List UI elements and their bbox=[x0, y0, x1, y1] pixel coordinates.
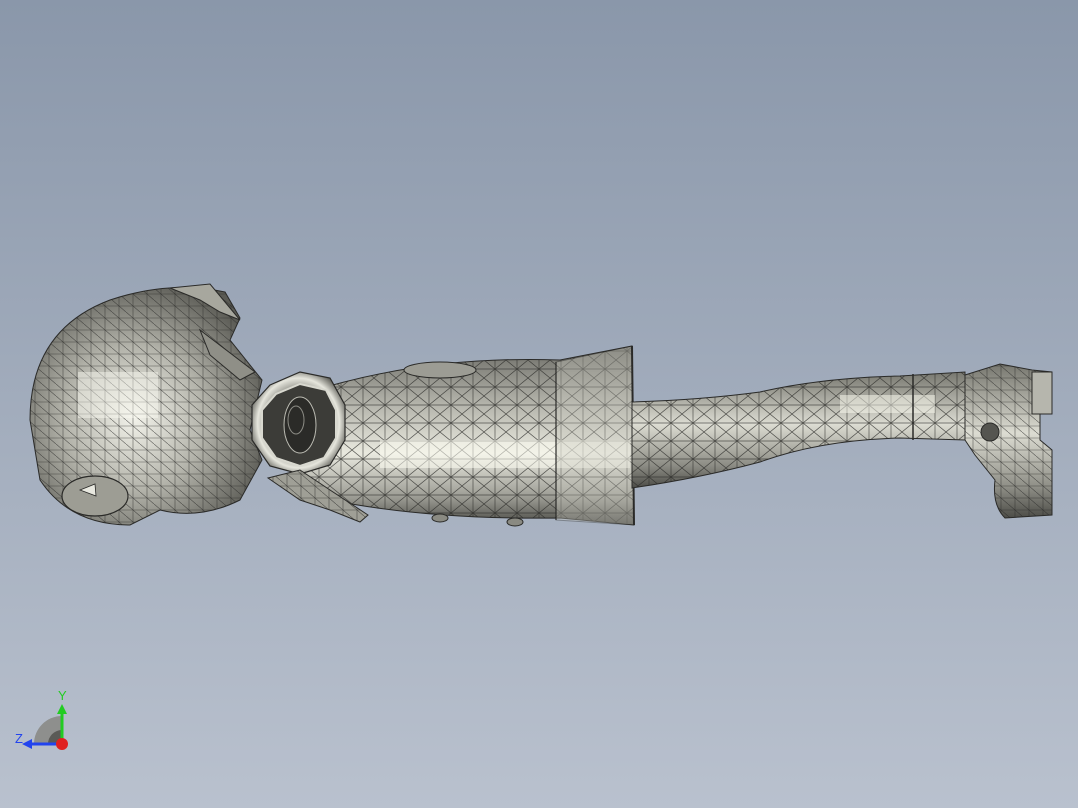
model-body[interactable] bbox=[299, 345, 635, 527]
3d-model[interactable] bbox=[29, 283, 1053, 527]
triad-y-arrowhead bbox=[57, 704, 67, 714]
model-collar[interactable] bbox=[251, 371, 346, 475]
model-leg[interactable] bbox=[631, 371, 966, 489]
axis-triad: Y Z bbox=[15, 688, 68, 750]
model-head[interactable] bbox=[29, 283, 263, 526]
triad-x-axis-dot bbox=[56, 738, 68, 750]
graphics-viewport[interactable]: Y Z bbox=[0, 0, 1078, 808]
triad-y-label: Y bbox=[58, 688, 67, 703]
model-foot[interactable] bbox=[964, 363, 1053, 519]
triad-z-arrowhead bbox=[22, 739, 32, 749]
triad-z-label: Z bbox=[15, 731, 23, 746]
model-canvas[interactable]: Y Z bbox=[0, 0, 1078, 808]
